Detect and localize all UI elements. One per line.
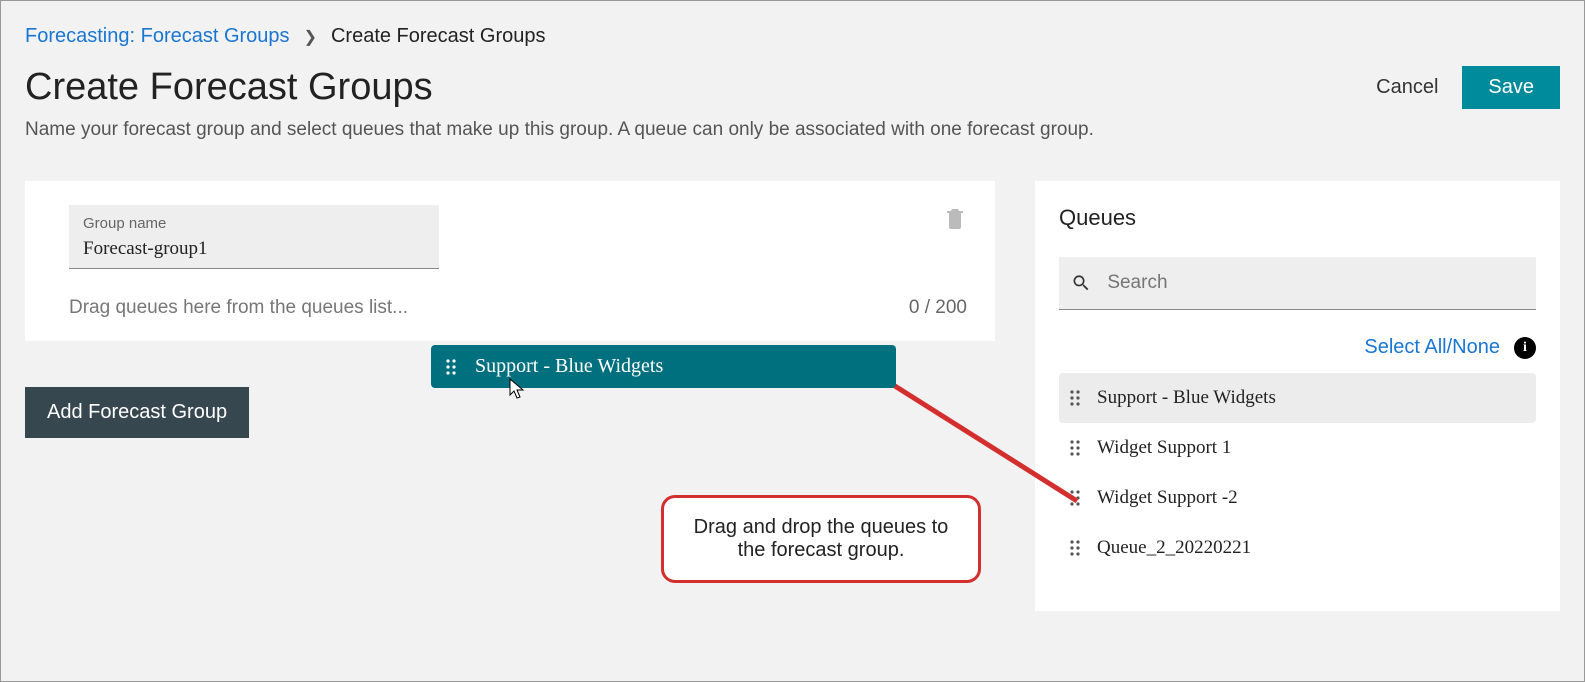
queue-count-text: 0 / 200 bbox=[909, 297, 967, 319]
queue-drop-zone[interactable]: Drag queues here from the queues list...… bbox=[69, 297, 967, 319]
queue-item-label: Widget Support -2 bbox=[1097, 487, 1238, 509]
breadcrumb: Forecasting: Forecast Groups ❯ Create Fo… bbox=[25, 25, 1560, 48]
group-name-input[interactable] bbox=[83, 238, 425, 260]
drag-handle-icon[interactable] bbox=[1069, 389, 1081, 407]
drop-hint-text: Drag queues here from the queues list... bbox=[69, 297, 408, 319]
queue-item-label: Widget Support 1 bbox=[1097, 437, 1231, 459]
trash-icon bbox=[943, 205, 967, 231]
dragging-queue-chip[interactable]: Support - Blue Widgets bbox=[431, 345, 896, 388]
chevron-right-icon: ❯ bbox=[304, 27, 317, 47]
cancel-button[interactable]: Cancel bbox=[1370, 75, 1444, 100]
breadcrumb-parent-link[interactable]: Forecasting: Forecast Groups bbox=[25, 25, 290, 48]
save-button[interactable]: Save bbox=[1462, 66, 1560, 109]
add-forecast-group-button[interactable]: Add Forecast Group bbox=[25, 387, 249, 438]
page-title: Create Forecast Groups bbox=[25, 66, 433, 109]
queue-item-label: Queue_2_20220221 bbox=[1097, 537, 1251, 559]
queue-search-field[interactable] bbox=[1059, 257, 1536, 310]
breadcrumb-current: Create Forecast Groups bbox=[331, 25, 546, 48]
delete-group-button[interactable] bbox=[943, 205, 967, 236]
dragging-queue-label: Support - Blue Widgets bbox=[475, 355, 663, 378]
drag-handle-icon[interactable] bbox=[1069, 439, 1081, 457]
select-all-none-link[interactable]: Select All/None bbox=[1364, 336, 1500, 359]
queue-item-3[interactable]: Queue_2_20220221 bbox=[1059, 523, 1536, 573]
queue-item-2[interactable]: Widget Support -2 bbox=[1059, 473, 1536, 523]
group-name-label: Group name bbox=[83, 215, 425, 232]
cursor-icon bbox=[509, 378, 527, 405]
info-icon[interactable]: i bbox=[1514, 337, 1536, 359]
drag-handle-icon[interactable] bbox=[1069, 489, 1081, 507]
queue-item-label: Support - Blue Widgets bbox=[1097, 387, 1276, 409]
page-subtitle: Name your forecast group and select queu… bbox=[25, 119, 1560, 141]
queue-item-0[interactable]: Support - Blue Widgets bbox=[1059, 373, 1536, 423]
annotation-text: Drag and drop the queues to the forecast… bbox=[694, 516, 949, 561]
queue-search-input[interactable] bbox=[1105, 271, 1524, 295]
queue-list: Support - Blue Widgets Widget Support 1 … bbox=[1059, 373, 1536, 573]
queues-panel-title: Queues bbox=[1059, 205, 1536, 231]
drag-handle-icon[interactable] bbox=[1069, 539, 1081, 557]
search-icon bbox=[1071, 272, 1091, 294]
annotation-callout: Drag and drop the queues to the forecast… bbox=[661, 495, 981, 583]
forecast-group-card: Group name Drag queues here from the que… bbox=[25, 181, 995, 341]
drag-handle-icon bbox=[445, 358, 457, 376]
group-name-field[interactable]: Group name bbox=[69, 205, 439, 269]
queues-panel: Queues Select All/None i Support - Blue … bbox=[1035, 181, 1560, 611]
queue-item-1[interactable]: Widget Support 1 bbox=[1059, 423, 1536, 473]
